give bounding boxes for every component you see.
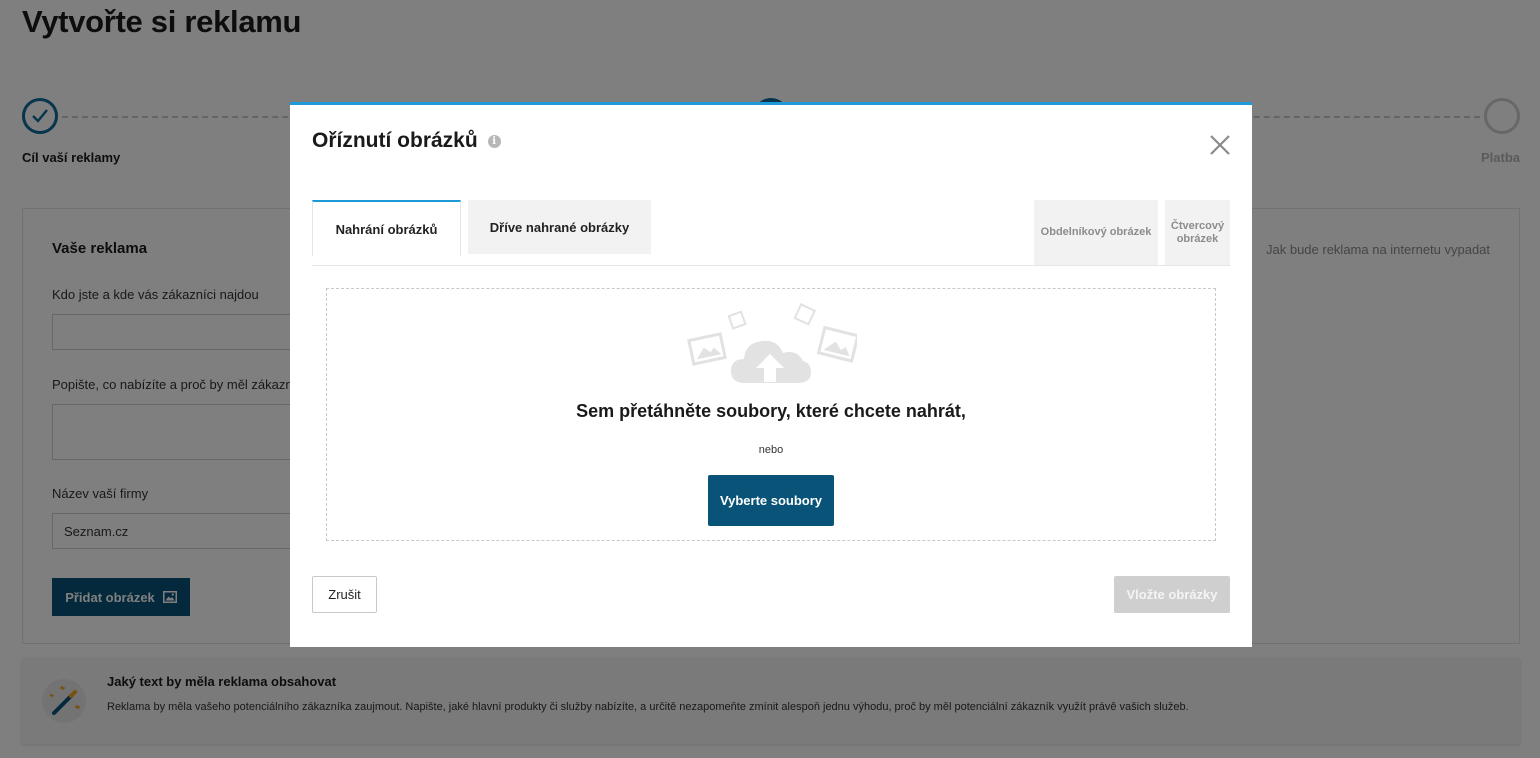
- close-icon[interactable]: [1208, 133, 1232, 157]
- tab-rectangular-image[interactable]: Obdelníkový obrázek: [1034, 200, 1158, 265]
- dropzone-title: Sem přetáhněte soubory, které chcete nah…: [576, 401, 966, 421]
- cloud-upload-icon: [687, 303, 857, 383]
- tab-upload-images[interactable]: Nahrání obrázků: [312, 200, 461, 256]
- cancel-button[interactable]: Zrušit: [312, 576, 377, 613]
- crop-images-modal: Oříznutí obrázků i Nahrání obrázků Dříve…: [290, 102, 1252, 647]
- dropzone-or: nebo: [758, 444, 784, 456]
- info-icon[interactable]: i: [487, 134, 501, 148]
- modal-tabs: Nahrání obrázků Dříve nahrané obrázky Ob…: [312, 200, 1230, 266]
- insert-images-button[interactable]: Vložte obrázky: [1114, 576, 1230, 613]
- modal-title: Oříznutí obrázků i: [312, 129, 501, 153]
- tab-square-image[interactable]: Čtvercový obrázek: [1165, 200, 1230, 265]
- choose-files-button[interactable]: Vyberte soubory: [708, 475, 834, 526]
- tab-previous-images[interactable]: Dříve nahrané obrázky: [468, 200, 651, 254]
- file-dropzone[interactable]: Sem přetáhněte soubory, které chcete nah…: [326, 288, 1216, 541]
- modal-title-text: Oříznutí obrázků: [312, 129, 478, 152]
